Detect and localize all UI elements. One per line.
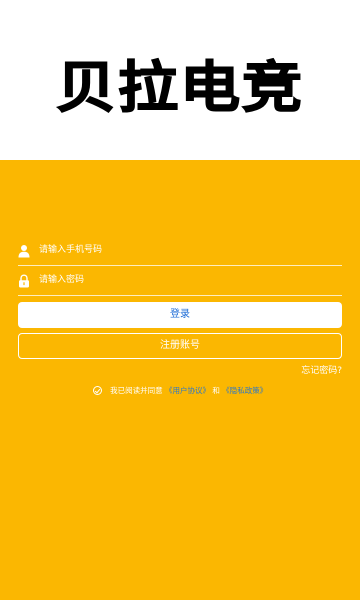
password-field[interactable] (18, 266, 342, 296)
forgot-password-link[interactable]: 忘记密码? (301, 365, 342, 377)
logo-area: 贝拉电竞 (0, 0, 360, 160)
app-logo: 贝拉电竞 (55, 55, 304, 121)
agreement-prefix: 我已阅读并同意 (110, 386, 163, 395)
register-button[interactable]: 注册账号 (18, 333, 342, 359)
agreement-row: 我已阅读并同意 《用户协议》 和 《隐私政策》 (0, 384, 360, 398)
agreement-and: 和 (212, 386, 220, 395)
password-input[interactable] (39, 271, 329, 289)
phone-input[interactable] (39, 241, 329, 259)
lock-icon (18, 273, 30, 288)
phone-field[interactable] (18, 236, 342, 266)
privacy-policy-link[interactable]: 《隐私政策》 (222, 386, 267, 395)
user-icon (18, 243, 30, 258)
login-button[interactable]: 登录 (18, 302, 342, 328)
user-agreement-link[interactable]: 《用户协议》 (165, 386, 210, 395)
login-panel: 登录 注册账号 忘记密码? 我已阅读并同意 《用户协议》 和 《隐私政策》 (0, 160, 360, 600)
check-circle-icon[interactable] (92, 386, 102, 395)
